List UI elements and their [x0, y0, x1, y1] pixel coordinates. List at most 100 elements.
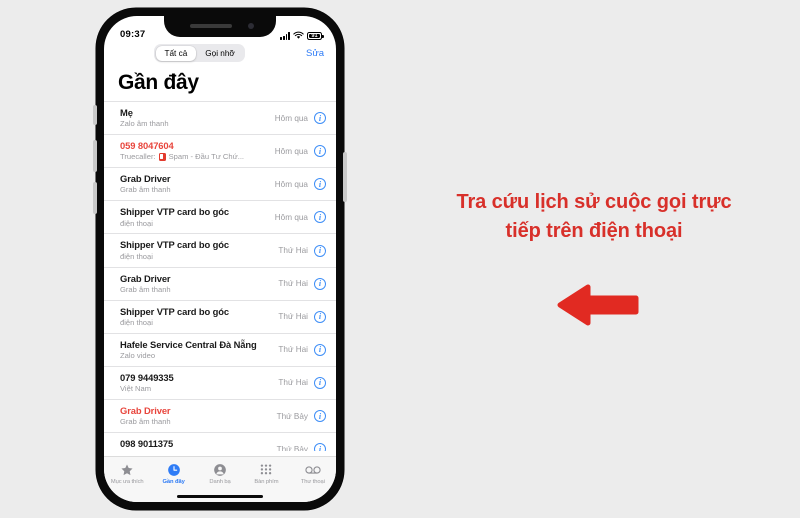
call-info: Shipper VTP card bo góc điện thoại — [120, 306, 278, 328]
call-name: Mẹ — [120, 107, 133, 119]
call-subtitle: điện thoại — [120, 219, 275, 229]
call-time: Hôm qua — [274, 113, 308, 123]
call-subtitle-text: Truecaller: — [120, 152, 156, 162]
star-icon — [120, 462, 134, 477]
battery-icon: 91 — [307, 32, 324, 40]
info-circle-icon[interactable]: i — [314, 112, 326, 125]
call-info: Shipper VTP card bo góc điện thoại — [120, 239, 278, 261]
call-subtitle-text: Grab âm thanh — [120, 185, 171, 195]
silent-switch-button[interactable] — [93, 105, 97, 125]
segment-missed[interactable]: Gọi nhỡ — [196, 46, 244, 61]
call-subtitle-text: Việt Nam — [120, 384, 152, 394]
home-indicator[interactable] — [177, 495, 263, 498]
info-circle-icon[interactable]: i — [314, 277, 326, 290]
call-name: Grab Driver — [120, 405, 171, 416]
call-name: Grab Driver — [120, 173, 171, 185]
power-button[interactable] — [343, 152, 347, 202]
truecaller-spam-icon — [158, 153, 166, 162]
call-filter-segmented-control[interactable]: Tất cả Gọi nhỡ — [154, 44, 246, 63]
info-circle-icon[interactable]: i — [314, 145, 326, 158]
info-circle-icon[interactable]: i — [314, 310, 326, 323]
table-row[interactable]: 079 9449335 Việt Nam Thứ Hai i — [104, 365, 336, 399]
call-subtitle: Việt Nam — [120, 450, 277, 451]
table-row[interactable]: Shipper VTP card bo góc điện thoại Thứ H… — [104, 233, 336, 266]
volume-down-button[interactable] — [93, 182, 97, 214]
call-subtitle: Zalo âm thanh — [120, 119, 275, 129]
table-row[interactable]: Grab Driver Grab âm thanh Thứ Hai i — [104, 266, 336, 300]
table-row[interactable]: 059 8047604 Truecaller: Spam - Đầu Tư Ch… — [104, 134, 336, 167]
tab-contacts[interactable]: Danh bạ — [197, 462, 243, 485]
call-info: Grab Driver Grab âm thanh — [120, 405, 277, 427]
call-subtitle: điện thoại — [120, 252, 278, 262]
table-row[interactable]: Shipper VTP card bo góc điện thoại Hôm q… — [104, 200, 336, 233]
tab-favorites[interactable]: Mục ưa thích — [104, 462, 150, 485]
info-circle-icon[interactable]: i — [314, 211, 326, 224]
tab-keypad[interactable]: Bàn phím — [243, 462, 289, 485]
status-bar-indicators: 91 — [280, 31, 324, 40]
clock-icon — [167, 462, 181, 477]
info-circle-icon[interactable]: i — [314, 343, 326, 356]
call-subtitle: Grab âm thanh — [120, 285, 278, 295]
keypad-icon — [259, 462, 273, 477]
call-time: Thứ Hai — [278, 378, 308, 388]
screenshot-canvas: 09:37 91 Tất cả Gọi nhỡ Sửa Gần đây Mẹ Z… — [0, 0, 800, 518]
call-info: Shipper VTP card bo góc điện thoại — [120, 206, 275, 228]
table-row[interactable]: Shipper VTP card bo góc điện thoại Thứ H… — [104, 299, 336, 333]
call-info: 079 9449335 Việt Nam — [120, 372, 278, 394]
edit-button[interactable]: Sửa — [306, 48, 324, 59]
page-title: Gần đây — [118, 71, 199, 95]
table-row[interactable]: Grab Driver Grab âm thanh Hôm qua i — [104, 167, 336, 200]
tab-label: Gần đây — [162, 479, 185, 485]
annotation-line-2: tiếp trên điện thoại — [505, 220, 683, 242]
info-circle-icon[interactable]: i — [314, 443, 326, 452]
status-bar-time: 09:37 — [120, 29, 146, 40]
table-row[interactable]: Mẹ Zalo âm thanh Hôm qua i — [104, 101, 336, 134]
table-row[interactable]: Grab Driver Grab âm thanh Thứ Bảy i — [104, 399, 336, 432]
call-time: Thứ Hai — [278, 246, 308, 255]
call-name: 059 8047604 — [120, 140, 174, 152]
call-name: Hafele Service Central Đà Nẵng — [120, 338, 257, 350]
call-subtitle: điện thoại — [120, 318, 278, 328]
contacts-person-icon — [213, 462, 227, 477]
call-time: Hôm qua — [274, 212, 308, 222]
volume-up-button[interactable] — [93, 140, 97, 172]
info-circle-icon[interactable]: i — [314, 244, 326, 257]
front-camera-icon — [248, 23, 254, 29]
call-subtitle-spam-text: Spam - Đầu Tư Chứ... — [168, 152, 245, 162]
call-time: Hôm qua — [274, 146, 308, 156]
tab-label: Danh bạ — [209, 479, 231, 485]
call-info: Grab Driver Grab âm thanh — [120, 173, 275, 195]
call-time: Hôm qua — [274, 179, 308, 189]
call-name: 079 9449335 — [120, 371, 174, 383]
device-notch — [164, 16, 276, 37]
call-subtitle: Việt Nam — [120, 384, 278, 394]
info-circle-icon[interactable]: i — [314, 410, 326, 423]
annotation-text: Tra cứu lịch sử cuộc gọi trực tiếp trên … — [398, 188, 790, 246]
tab-label: Mục ưa thích — [110, 479, 144, 485]
recent-calls-list[interactable]: Mẹ Zalo âm thanh Hôm qua i 059 8047604 T… — [104, 101, 336, 452]
call-time: Thứ Hai — [278, 279, 308, 289]
call-name: Grab Driver — [120, 272, 171, 284]
tab-voicemail[interactable]: Thư thoại — [290, 462, 336, 485]
call-subtitle-text: điện thoại — [120, 251, 153, 261]
navigation-bar: Tất cả Gọi nhỡ Sửa — [104, 42, 336, 66]
phone-screen: 09:37 91 Tất cả Gọi nhỡ Sửa Gần đây Mẹ Z… — [104, 16, 336, 502]
tab-recents[interactable]: Gần đây — [150, 462, 196, 485]
info-circle-icon[interactable]: i — [314, 178, 326, 191]
table-row[interactable]: 098 9011375 Việt Nam Thứ Bảy i — [104, 432, 336, 452]
call-subtitle-text: Zalo video — [120, 351, 156, 361]
call-info: 098 9011375 Việt Nam — [120, 438, 277, 451]
call-time: Thứ Bảy — [276, 411, 308, 421]
call-subtitle-text: điện thoại — [120, 317, 153, 327]
call-subtitle-text: Việt Nam — [120, 450, 151, 451]
info-circle-icon[interactable]: i — [314, 376, 326, 389]
call-subtitle: Grab âm thanh — [120, 417, 277, 427]
segment-all[interactable]: Tất cả — [155, 45, 197, 61]
earpiece-speaker-icon — [190, 24, 232, 28]
call-time: Thứ Hai — [278, 345, 308, 355]
table-row[interactable]: Hafele Service Central Đà Nẵng Zalo vide… — [104, 332, 336, 366]
call-time: Thứ Hai — [278, 312, 308, 322]
call-subtitle: Truecaller: Spam - Đầu Tư Chứ... — [120, 152, 275, 162]
call-subtitle-text: điện thoại — [120, 218, 153, 228]
call-subtitle-text: Grab âm thanh — [120, 417, 171, 427]
